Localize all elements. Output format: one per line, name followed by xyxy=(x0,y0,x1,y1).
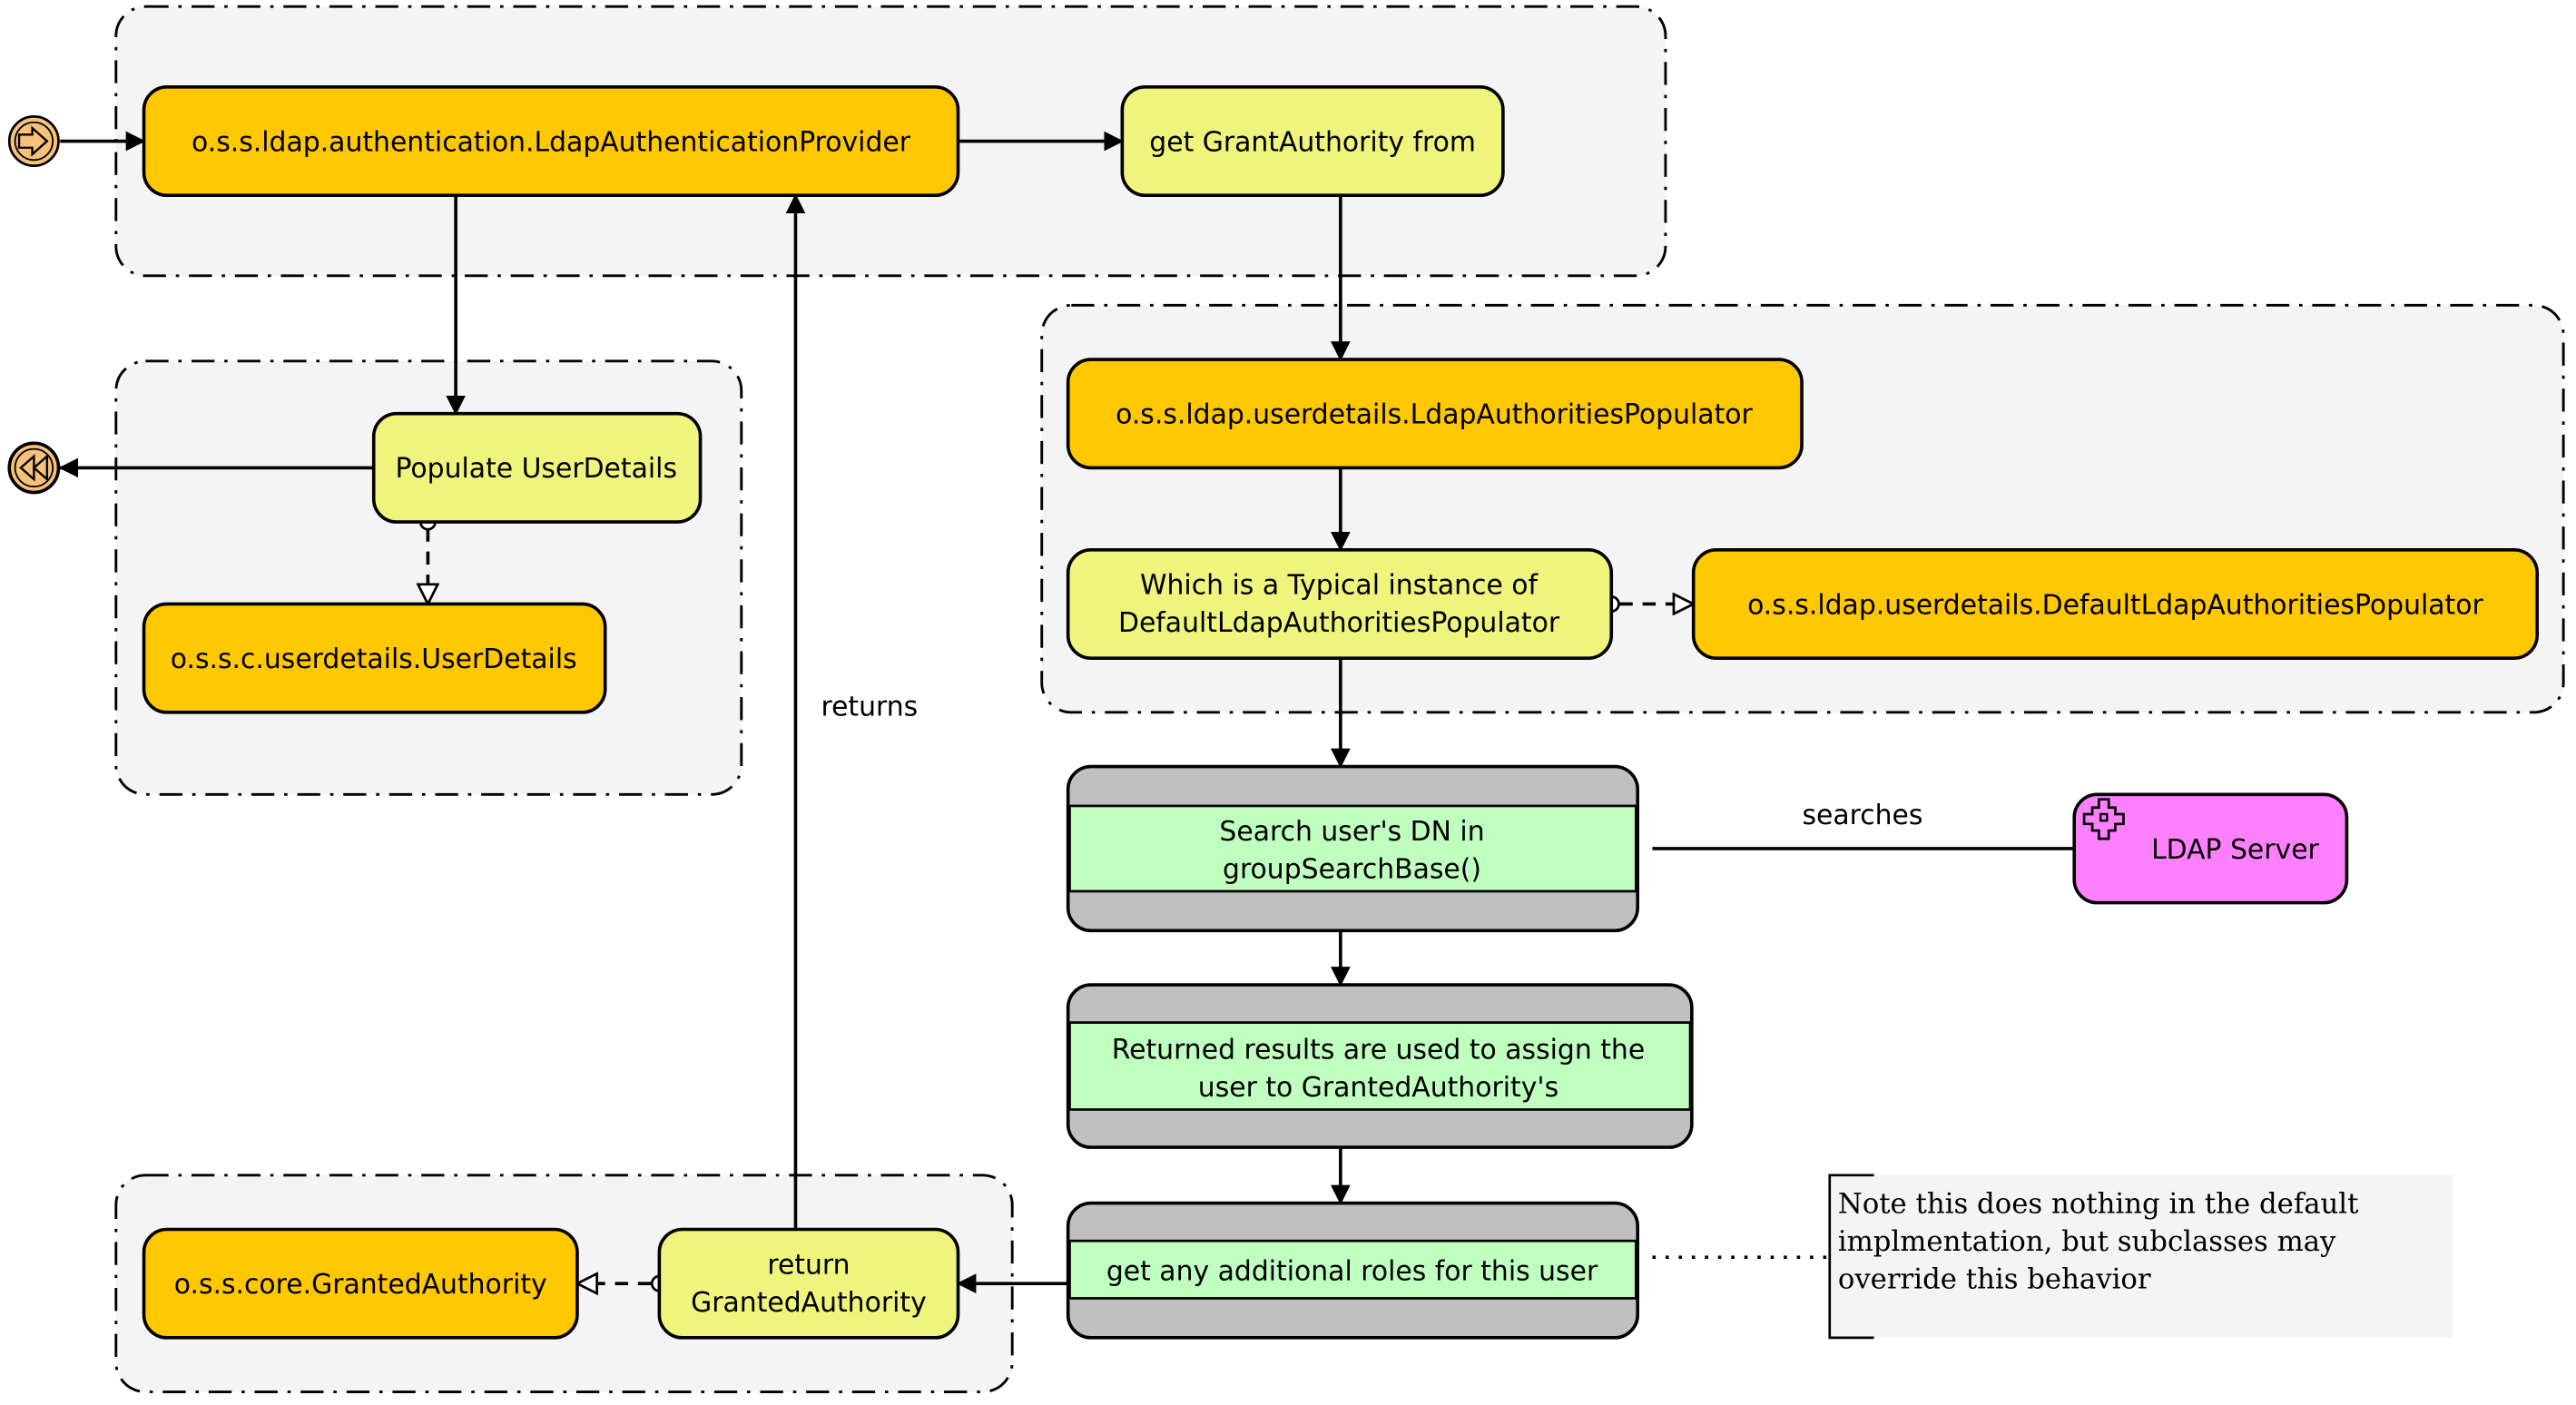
svg-text:return: return xyxy=(767,1249,850,1281)
node-get-grant-authority[interactable]: get GrantAuthority from xyxy=(1120,85,1505,198)
svg-text:get GrantAuthority from: get GrantAuthority from xyxy=(1149,126,1476,158)
svg-text:Which is a Typical instance of: Which is a Typical instance of xyxy=(1140,570,1539,602)
svg-text:implmentation, but subclasses: implmentation, but subclasses may xyxy=(1838,1225,2336,1258)
svg-text:o.s.s.core.GrantedAuthority: o.s.s.core.GrantedAuthority xyxy=(174,1269,547,1301)
svg-text:o.s.s.ldap.authentication.Ldap: o.s.s.ldap.authentication.LdapAuthentica… xyxy=(192,126,911,158)
task-search-user-dn[interactable]: Search user's DN in groupSearchBase() xyxy=(1066,764,1639,933)
edge-label-searches: searches xyxy=(1802,800,1922,831)
flow-diagram: returns searches o.s.s.ldap.authenticati… xyxy=(7,5,2565,1393)
end-event[interactable] xyxy=(7,441,61,495)
svg-text:Returned results are used to a: Returned results are used to assign the xyxy=(1112,1034,1645,1066)
svg-text:override this behavior: override this behavior xyxy=(1838,1263,2151,1296)
svg-text:LDAP Server: LDAP Server xyxy=(2151,834,2319,866)
start-event[interactable] xyxy=(7,115,60,168)
svg-text:groupSearchBase(): groupSearchBase() xyxy=(1223,854,1481,886)
node-granted-authority[interactable]: o.s.s.core.GrantedAuthority xyxy=(142,1227,579,1340)
node-populate-user-details[interactable]: Populate UserDetails xyxy=(371,411,703,524)
svg-text:o.s.s.c.userdetails.UserDetail: o.s.s.c.userdetails.UserDetails xyxy=(171,644,577,675)
node-user-details[interactable]: o.s.s.c.userdetails.UserDetails xyxy=(142,602,607,714)
annotation-note: Note this does nothing in the default im… xyxy=(1828,1174,2453,1340)
svg-text:user to GrantedAuthority's: user to GrantedAuthority's xyxy=(1198,1072,1558,1104)
node-ldap-authorities-populator[interactable]: o.s.s.ldap.userdetails.LdapAuthoritiesPo… xyxy=(1066,358,1804,470)
task-returned-results[interactable]: Returned results are used to assign the … xyxy=(1066,983,1694,1149)
svg-text:Search user's DN in: Search user's DN in xyxy=(1219,816,1484,848)
node-return-granted-authority[interactable]: return GrantedAuthority xyxy=(657,1227,960,1340)
svg-text:Populate UserDetails: Populate UserDetails xyxy=(395,453,677,485)
edge-label-returns: returns xyxy=(821,691,918,722)
node-ldap-auth-provider[interactable]: o.s.s.ldap.authentication.LdapAuthentica… xyxy=(142,85,960,198)
svg-text:o.s.s.ldap.userdetails.Default: o.s.s.ldap.userdetails.DefaultLdapAuthor… xyxy=(1747,589,2483,621)
node-ldap-server[interactable]: LDAP Server xyxy=(2072,792,2349,905)
svg-text:DefaultLdapAuthoritiesPopulato: DefaultLdapAuthoritiesPopulator xyxy=(1118,607,1560,639)
svg-text:get any additional roles for t: get any additional roles for this user xyxy=(1106,1256,1598,1288)
task-additional-roles[interactable]: get any additional roles for this user xyxy=(1066,1201,1639,1340)
svg-text:Note this does nothing in the: Note this does nothing in the default xyxy=(1838,1187,2359,1220)
node-typical-instance[interactable]: Which is a Typical instance of DefaultLd… xyxy=(1066,548,1614,660)
node-default-populator[interactable]: o.s.s.ldap.userdetails.DefaultLdapAuthor… xyxy=(1691,548,2540,660)
svg-text:GrantedAuthority: GrantedAuthority xyxy=(691,1287,927,1319)
svg-text:o.s.s.ldap.userdetails.LdapAut: o.s.s.ldap.userdetails.LdapAuthoritiesPo… xyxy=(1116,399,1753,431)
